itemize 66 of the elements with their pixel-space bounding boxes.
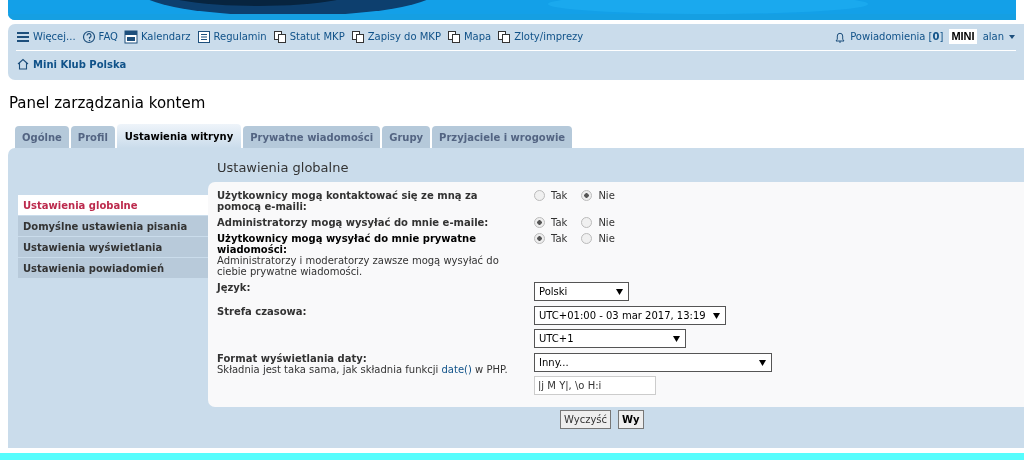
caret-icon	[672, 334, 681, 343]
home-icon	[16, 57, 30, 71]
document-icon	[196, 29, 211, 44]
radio-button[interactable]	[534, 233, 545, 244]
tab[interactable]: Przyjaciele i wrogowie	[432, 126, 573, 148]
nav-link[interactable]: FAQ	[81, 29, 118, 44]
radio-label: Tak	[551, 233, 568, 244]
radio-button[interactable]	[581, 190, 593, 201]
sidebar-item[interactable]: Ustawienia powiadomień	[18, 258, 208, 278]
dropdown[interactable]: Polski	[534, 282, 629, 301]
menu-icon	[16, 29, 30, 44]
pages-icon	[272, 29, 287, 44]
avatar-logo: MINI	[949, 29, 977, 44]
hint-text: Administratorzy i moderatorzy zawsze mogą wysyłać do ciebie prywatne wiadomości.	[217, 255, 500, 277]
radio-label: Tak	[551, 217, 568, 228]
sidebar-item[interactable]: Ustawienia wyświetlania	[18, 237, 208, 257]
nav-link[interactable]: Zloty/imprezy	[497, 29, 584, 44]
field-label: Strefa czasowa:	[217, 306, 308, 317]
nav-link[interactable]: Więcej...	[16, 29, 76, 44]
user-menu[interactable]: alan	[982, 31, 1016, 42]
tab[interactable]: Grupy	[382, 126, 431, 148]
field-label: Użytkownicy mogą wysyłać do mnie prywatne wiadomości:	[217, 233, 477, 255]
tab[interactable]: Ustawienia witryny	[116, 124, 242, 148]
radio-button[interactable]	[581, 217, 593, 228]
tab[interactable]: Prywatne wiadomości	[243, 126, 381, 148]
nav-link[interactable]: Statut MKP	[272, 29, 345, 44]
radio-label: Nie	[598, 233, 615, 244]
nav-link[interactable]: Mapa	[446, 29, 492, 44]
caret-icon	[1008, 32, 1016, 41]
caret-icon	[615, 287, 624, 296]
field-label: Język:	[217, 282, 252, 293]
nav-link[interactable]: Regulamin	[196, 29, 267, 44]
field-label: Format wyświetlania daty:	[217, 353, 368, 364]
help-icon	[81, 29, 96, 44]
pages-icon	[446, 29, 461, 44]
dropdown[interactable]: UTC+1	[534, 329, 686, 348]
nav-link[interactable]: Zapisy do MKP	[350, 29, 441, 44]
input-field[interactable]: |j M Y|, \o H:i	[534, 376, 656, 395]
link[interactable]: date()	[441, 364, 472, 375]
radio-label: Nie	[598, 190, 615, 201]
radio-label: Tak	[551, 190, 568, 201]
caret-icon	[758, 358, 767, 367]
notifications-link[interactable]: Powiadomienia [0]	[833, 29, 944, 44]
breadcrumb-link[interactable]: Mini Klub Polska	[16, 57, 127, 71]
nav-link[interactable]: Kalendarz	[123, 29, 191, 44]
page-title: Panel zarządzania kontem	[9, 94, 207, 112]
sidebar-item[interactable]: Ustawienia globalne	[18, 195, 208, 215]
field-label: Administratorzy mogą wysyłać do mnie e-maile:	[217, 217, 490, 228]
pages-icon	[350, 29, 365, 44]
hint-text: Składnia jest taka sama, jak składnia funkcji date() w PHP.	[217, 364, 509, 375]
calendar-icon	[123, 29, 138, 44]
dropdown[interactable]: Inny...	[534, 353, 772, 372]
caret-icon	[712, 311, 721, 320]
reset-button[interactable]: Wyczyść	[560, 410, 611, 429]
radio-button[interactable]	[534, 217, 545, 228]
dropdown[interactable]: UTC+01:00 - 03 mar 2017, 13:19	[534, 306, 726, 325]
radio-button[interactable]	[534, 190, 545, 201]
submit-button[interactable]: Wy	[618, 410, 644, 429]
sidebar-item[interactable]: Domyślne ustawienia pisania	[18, 216, 208, 236]
field-label: Użytkownicy mogą kontaktować się ze mną za pomocą e-maili:	[217, 190, 479, 212]
section-title: Ustawienia globalne	[217, 160, 350, 177]
tab[interactable]: Profil	[70, 126, 115, 148]
tab[interactable]: Ogólne	[15, 126, 69, 148]
pages-icon	[497, 29, 512, 44]
radio-button[interactable]	[581, 233, 593, 244]
radio-label: Nie	[598, 217, 615, 228]
